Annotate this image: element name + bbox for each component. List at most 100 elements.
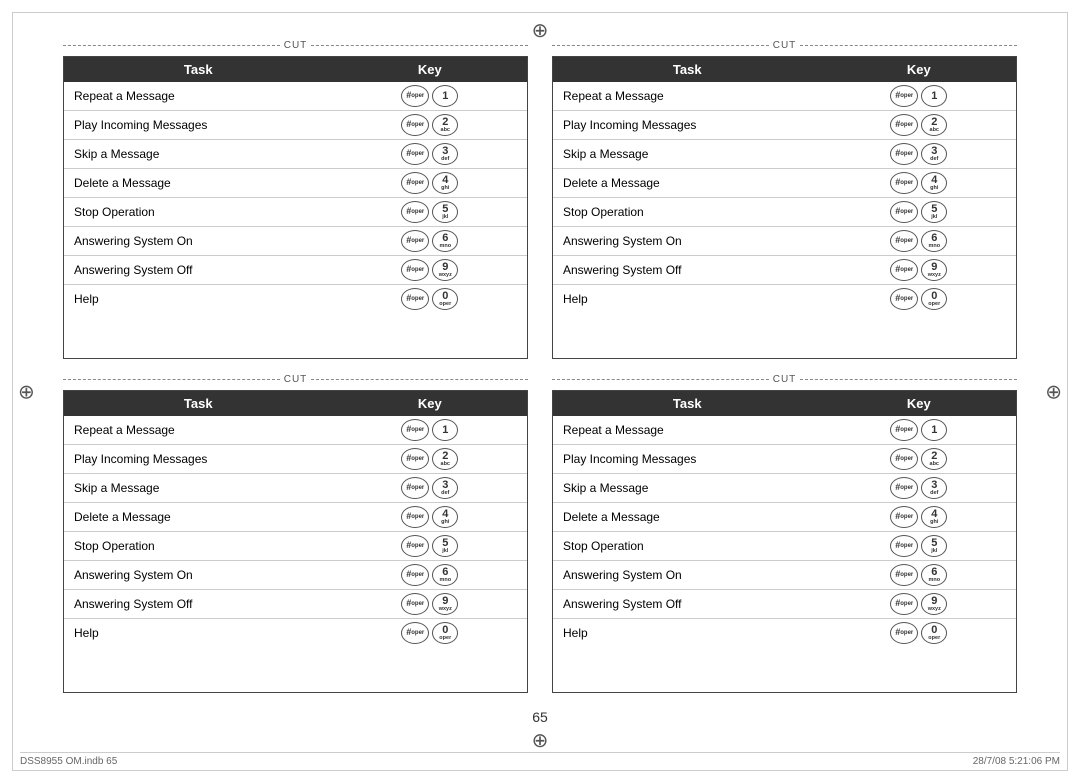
key-num-btn: 4ghi <box>432 506 458 528</box>
task-table-top-right: Task Key Repeat a Message#oper1Play Inco… <box>553 57 1016 313</box>
task-cell: Repeat a Message <box>64 82 333 111</box>
task-cell: Skip a Message <box>64 140 333 169</box>
key-cell: #oper0oper <box>333 285 527 314</box>
cut-line-top-left: CUT <box>63 40 528 51</box>
key-num-btn: 6mno <box>432 564 458 586</box>
key-cell: #oper2abc <box>822 111 1016 140</box>
crosshair-right: ⊕ <box>1045 379 1062 404</box>
crosshair-left: ⊕ <box>18 379 35 404</box>
key-cell: #oper3def <box>333 140 527 169</box>
task-cell: Skip a Message <box>64 474 333 503</box>
task-cell: Answering System Off <box>553 590 822 619</box>
key-num-btn: 3def <box>921 477 947 499</box>
key-num-btn: 1 <box>921 419 947 441</box>
key-cell: #oper4ghi <box>822 503 1016 532</box>
key-cell: #oper5jkl <box>822 198 1016 227</box>
task-cell: Delete a Message <box>553 169 822 198</box>
key-num-btn: 2abc <box>921 114 947 136</box>
key-hash-btn: #oper <box>401 288 429 310</box>
task-cell: Repeat a Message <box>64 416 333 445</box>
task-cell: Play Incoming Messages <box>553 445 822 474</box>
key-cell: #oper3def <box>822 140 1016 169</box>
key-num-btn: 4ghi <box>432 172 458 194</box>
key-cell: #oper1 <box>333 82 527 111</box>
key-header-br: Key <box>822 391 1016 416</box>
key-hash-btn: #oper <box>890 419 918 441</box>
key-cell: #oper2abc <box>333 445 527 474</box>
table-border-top-right: Task Key Repeat a Message#oper1Play Inco… <box>552 56 1017 359</box>
key-hash-btn: #oper <box>401 593 429 615</box>
key-cell: #oper2abc <box>822 445 1016 474</box>
key-cell: #oper9wxyz <box>333 256 527 285</box>
key-hash-btn: #oper <box>890 288 918 310</box>
key-cell: #oper1 <box>822 82 1016 111</box>
page-number: 65 <box>55 709 1025 725</box>
key-num-btn: 1 <box>432 85 458 107</box>
task-cell: Help <box>553 285 822 314</box>
key-hash-btn: #oper <box>401 85 429 107</box>
page-border-right <box>1067 12 1068 771</box>
task-cell: Play Incoming Messages <box>64 445 333 474</box>
task-cell: Skip a Message <box>553 140 822 169</box>
key-cell: #oper6mno <box>333 561 527 590</box>
task-cell: Repeat a Message <box>553 416 822 445</box>
table-border-top-left: Task Key Repeat a Message#oper1Play Inco… <box>63 56 528 359</box>
key-cell: #oper3def <box>822 474 1016 503</box>
key-cell: #oper6mno <box>822 227 1016 256</box>
key-num-btn: 6mno <box>921 564 947 586</box>
task-cell: Answering System On <box>64 561 333 590</box>
table-border-bottom-right: Task Key Repeat a Message#oper1Play Inco… <box>552 390 1017 693</box>
tables-grid: CUT Task Key Repeat a Message#oper1Play … <box>55 35 1025 703</box>
key-cell: #oper6mno <box>822 561 1016 590</box>
quadrant-bottom-left: CUT Task Key Repeat a Message#oper1Play … <box>55 369 540 703</box>
key-hash-btn: #oper <box>890 114 918 136</box>
key-hash-btn: #oper <box>401 622 429 644</box>
key-num-btn: 1 <box>921 85 947 107</box>
key-hash-btn: #oper <box>401 564 429 586</box>
quadrant-bottom-right: CUT Task Key Repeat a Message#oper1Play … <box>540 369 1025 703</box>
key-cell: #oper5jkl <box>822 532 1016 561</box>
key-hash-btn: #oper <box>890 564 918 586</box>
task-cell: Play Incoming Messages <box>553 111 822 140</box>
key-cell: #oper2abc <box>333 111 527 140</box>
key-hash-btn: #oper <box>890 85 918 107</box>
key-header-bl: Key <box>333 391 527 416</box>
task-cell: Stop Operation <box>64 532 333 561</box>
key-hash-btn: #oper <box>890 506 918 528</box>
task-cell: Stop Operation <box>64 198 333 227</box>
key-hash-btn: #oper <box>401 419 429 441</box>
key-hash-btn: #oper <box>401 448 429 470</box>
key-num-btn: 4ghi <box>921 506 947 528</box>
footer-left: DSS8955 OM.indb 65 <box>20 756 117 767</box>
cut-label: CUT <box>280 40 312 51</box>
key-num-btn: 5jkl <box>432 535 458 557</box>
key-cell: #oper4ghi <box>822 169 1016 198</box>
key-cell: #oper1 <box>822 416 1016 445</box>
footer: DSS8955 OM.indb 65 28/7/08 5:21:06 PM <box>20 752 1060 767</box>
key-num-btn: 0oper <box>432 622 458 644</box>
key-num-btn: 4ghi <box>921 172 947 194</box>
key-num-btn: 2abc <box>432 114 458 136</box>
task-header-bl: Task <box>64 391 333 416</box>
key-num-btn: 3def <box>432 143 458 165</box>
key-num-btn: 6mno <box>921 230 947 252</box>
key-cell: #oper6mno <box>333 227 527 256</box>
cut-label-br: CUT <box>769 374 801 385</box>
key-cell: #oper9wxyz <box>822 590 1016 619</box>
key-cell: #oper5jkl <box>333 198 527 227</box>
key-header-tl: Key <box>333 57 527 82</box>
task-cell: Repeat a Message <box>553 82 822 111</box>
key-hash-btn: #oper <box>401 172 429 194</box>
key-num-btn: 3def <box>921 143 947 165</box>
task-cell: Delete a Message <box>64 503 333 532</box>
key-hash-btn: #oper <box>890 593 918 615</box>
task-cell: Stop Operation <box>553 198 822 227</box>
cut-line-bottom-right: CUT <box>552 374 1017 385</box>
task-cell: Help <box>64 285 333 314</box>
task-cell: Answering System Off <box>64 590 333 619</box>
key-num-btn: 9wxyz <box>921 593 947 615</box>
task-table-top-left: Task Key Repeat a Message#oper1Play Inco… <box>64 57 527 313</box>
key-hash-btn: #oper <box>890 259 918 281</box>
main-content: CUT Task Key Repeat a Message#oper1Play … <box>55 35 1025 733</box>
page-border-top <box>12 12 1068 13</box>
